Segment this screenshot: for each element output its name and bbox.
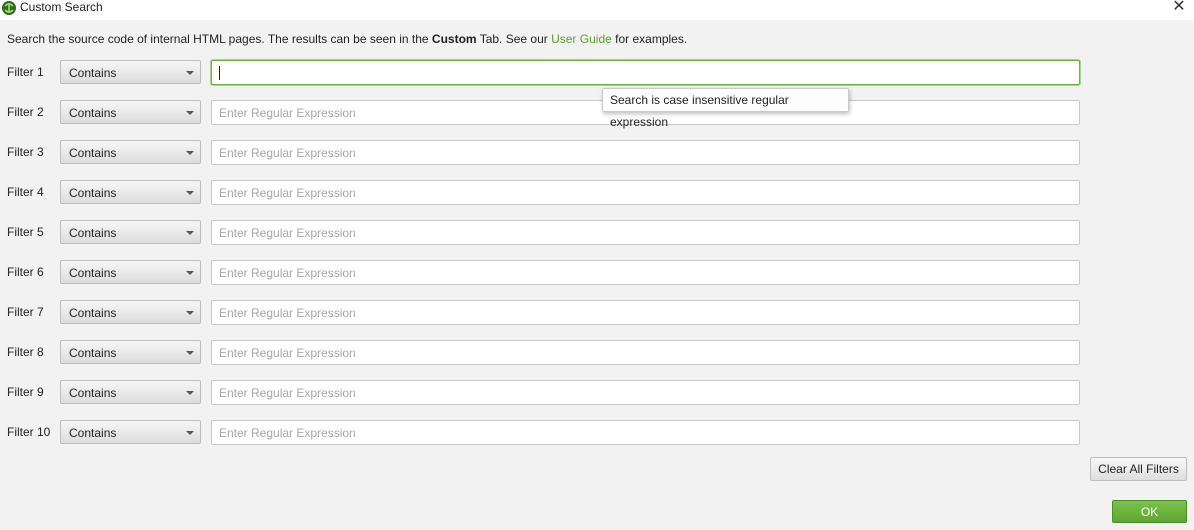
filter-label: Filter 9 [7, 385, 44, 399]
description-part2: Tab. See our [476, 32, 552, 46]
filter-label: Filter 2 [7, 105, 44, 119]
filter-row-8: Filter 8 Contains [0, 340, 1194, 366]
window-title: Custom Search [20, 0, 103, 14]
filter-row-10: Filter 10 Contains [0, 420, 1194, 446]
chevron-down-icon [186, 311, 194, 315]
filter-row-2: Filter 2 Contains [0, 100, 1194, 126]
filter-mode-dropdown[interactable]: Contains [60, 380, 201, 404]
chevron-down-icon [186, 351, 194, 355]
filter-row-6: Filter 6 Contains [0, 260, 1194, 286]
chevron-down-icon [186, 71, 194, 75]
spider-logo-icon [2, 1, 16, 15]
filter-mode-value: Contains [69, 266, 117, 280]
description-part3: for examples. [611, 32, 688, 46]
filter-label: Filter 4 [7, 185, 44, 199]
ok-button[interactable]: OK [1112, 500, 1187, 523]
filter-row-1: Filter 1 Contains [0, 60, 1194, 86]
filter-row-9: Filter 9 Contains [0, 380, 1194, 406]
title-bar: Custom Search ✕ [0, 0, 1194, 20]
filter-label: Filter 7 [7, 305, 44, 319]
chevron-down-icon [186, 231, 194, 235]
filter-label: Filter 8 [7, 345, 44, 359]
user-guide-link[interactable]: User Guide [551, 32, 612, 46]
filter-mode-value: Contains [69, 66, 117, 80]
close-icon[interactable]: ✕ [1170, 0, 1188, 17]
filter-mode-value: Contains [69, 426, 117, 440]
filter-mode-dropdown[interactable]: Contains [60, 100, 201, 124]
filter-mode-value: Contains [69, 226, 117, 240]
filter-mode-dropdown[interactable]: Contains [60, 260, 201, 284]
filter-mode-value: Contains [69, 386, 117, 400]
filter-regex-input[interactable] [211, 180, 1080, 205]
filter-row-3: Filter 3 Contains [0, 140, 1194, 166]
filter-label: Filter 6 [7, 265, 44, 279]
clear-all-filters-button[interactable]: Clear All Filters [1090, 457, 1187, 481]
description-bold: Custom [431, 32, 477, 46]
filter-mode-value: Contains [69, 106, 117, 120]
filter-label: Filter 10 [7, 425, 51, 439]
filter-mode-value: Contains [69, 306, 117, 320]
chevron-down-icon [186, 111, 194, 115]
filter-mode-dropdown[interactable]: Contains [60, 220, 201, 244]
filter-label: Filter 3 [7, 145, 44, 159]
filter-mode-value: Contains [69, 186, 117, 200]
chevron-down-icon [186, 391, 194, 395]
filter-mode-dropdown[interactable]: Contains [60, 340, 201, 364]
chevron-down-icon [186, 151, 194, 155]
filter-regex-input[interactable] [211, 140, 1080, 165]
description-part1: Search the source code of internal HTML … [7, 32, 432, 46]
filter-regex-input[interactable] [211, 340, 1080, 365]
filter-regex-input[interactable] [211, 380, 1080, 405]
regex-tooltip: Search is case insensitive regular expre… [602, 88, 849, 129]
filter-row-7: Filter 7 Contains [0, 300, 1194, 326]
filter-mode-dropdown[interactable]: Contains [60, 180, 201, 204]
filter-regex-input[interactable] [211, 260, 1080, 285]
filter-mode-value: Contains [69, 146, 117, 160]
chevron-down-icon [186, 191, 194, 195]
text-caret [219, 66, 220, 80]
filter-mode-dropdown[interactable]: Contains [60, 420, 201, 444]
filter-mode-value: Contains [69, 346, 117, 360]
filter-label: Filter 5 [7, 225, 44, 239]
filter-label: Filter 1 [7, 65, 44, 79]
chevron-down-icon [186, 431, 194, 435]
description-text: Search the source code of internal HTML … [7, 32, 687, 46]
filter-regex-input[interactable] [211, 420, 1080, 445]
filter-regex-input[interactable] [211, 300, 1080, 325]
filter-regex-input[interactable] [211, 220, 1080, 245]
filter-mode-dropdown[interactable]: Contains [60, 60, 201, 84]
filter-row-5: Filter 5 Contains [0, 220, 1194, 246]
filter-mode-dropdown[interactable]: Contains [60, 300, 201, 324]
chevron-down-icon [186, 271, 194, 275]
filter-mode-dropdown[interactable]: Contains [60, 140, 201, 164]
filter-regex-input[interactable] [211, 60, 1080, 85]
filter-row-4: Filter 4 Contains [0, 180, 1194, 206]
